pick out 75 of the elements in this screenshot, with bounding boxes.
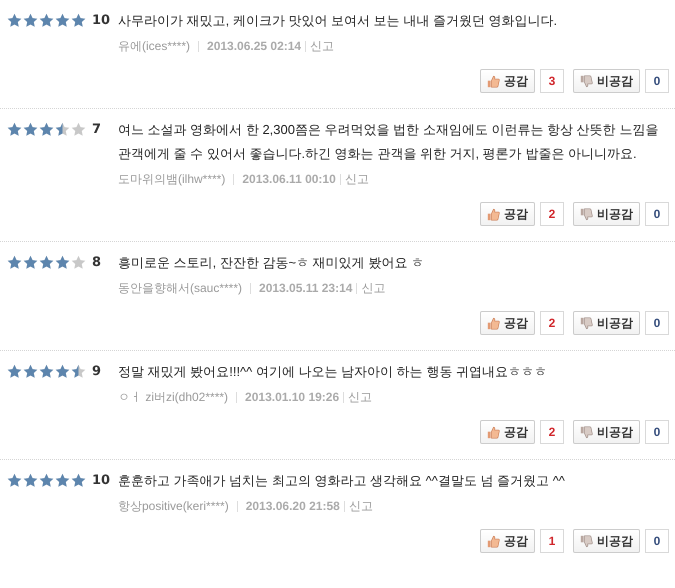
star-icon xyxy=(23,255,38,270)
author-name: 항상positive(keri****) xyxy=(118,498,229,515)
dislike-count: 0 xyxy=(645,420,669,444)
rating-score: 9 xyxy=(92,364,102,380)
like-button[interactable]: 공감 xyxy=(480,420,535,444)
thumbs-down-icon xyxy=(580,316,593,330)
star-icon xyxy=(39,364,54,379)
star-icon xyxy=(55,122,70,137)
thumbs-up-icon xyxy=(487,316,500,330)
star-icon xyxy=(71,364,86,379)
dislike-button[interactable]: 비공감 xyxy=(573,420,640,444)
thumbs-down-icon xyxy=(580,534,593,548)
like-count: 2 xyxy=(540,311,564,335)
like-button[interactable]: 공감 xyxy=(480,69,535,93)
author-name: 동안을향해서(sauc****) xyxy=(118,280,242,297)
author-name: 도마위의뱀(ilhw****) xyxy=(118,171,226,188)
dislike-button[interactable]: 비공감 xyxy=(573,69,640,93)
star-icon xyxy=(39,122,54,137)
star-icon xyxy=(7,13,22,28)
thumbs-up-icon xyxy=(487,426,500,438)
dislike-count: 0 xyxy=(645,69,669,93)
like-count: 2 xyxy=(540,420,564,444)
like-count: 3 xyxy=(540,69,564,93)
star-icon xyxy=(7,122,22,137)
star-icon xyxy=(55,13,70,28)
star-icon xyxy=(55,473,70,488)
review-date: 2013.06.20 21:58 xyxy=(246,498,340,515)
dislike-button[interactable]: 비공감 xyxy=(573,529,640,553)
star-icon xyxy=(55,255,70,270)
author-name: 유에(ices****) xyxy=(118,38,190,55)
dislike-count: 0 xyxy=(645,529,669,553)
review-date: 2013.06.25 02:14 xyxy=(207,38,302,55)
star-icon xyxy=(7,473,22,488)
review-text: 정말 재밌게 봤어요!!!^^ 여기에 나오는 남자아이 하는 행동 귀엽내요ㅎㅎㅎ xyxy=(118,363,548,381)
dislike-count: 0 xyxy=(645,202,669,226)
star-icon xyxy=(71,473,86,488)
review-date: 2013.01.10 19:26 xyxy=(245,389,340,406)
thumbs-down-icon xyxy=(580,208,593,220)
review-text: 여느 소설과 영화에서 한 2,300쯤은 우려먹었을 법한 소재임에도 이런류는 항상 산뜻한 느낌을 관객에게 줄 수 있어서 좋습니다.하긴 영화는 관객을 위한 거지, 평론가 밥줄은 아니니까요. xyxy=(118,121,660,163)
rating-score: 10 xyxy=(92,473,110,489)
star-icon xyxy=(39,13,54,28)
dislike-count: 0 xyxy=(645,311,669,335)
thumbs-down-icon xyxy=(580,74,593,88)
thumbs-up-icon xyxy=(487,534,500,548)
dislike-button[interactable]: 비공감 xyxy=(573,202,640,226)
thumbs-down-icon xyxy=(580,426,593,438)
star-icon xyxy=(71,13,86,28)
star-icon xyxy=(7,364,22,379)
star-icon xyxy=(39,473,54,488)
rating-score: 10 xyxy=(92,13,110,29)
star-icon xyxy=(7,255,22,270)
dislike-button[interactable]: 비공감 xyxy=(573,311,640,335)
like-button[interactable]: 공감 xyxy=(480,529,535,553)
star-icon xyxy=(71,122,86,137)
star-icon xyxy=(23,13,38,28)
author-name: ㅇㅓ zi버zi(dh02****) xyxy=(118,389,228,406)
like-count: 2 xyxy=(540,202,564,226)
review-date: 2013.06.11 00:10 xyxy=(242,171,336,188)
thumbs-up-icon xyxy=(487,208,500,220)
like-button[interactable]: 공감 xyxy=(480,202,535,226)
rating-score: 7 xyxy=(92,122,102,138)
review-text: 훈훈하고 가족애가 넘치는 최고의 영화라고 생각해요 ^^결말도 넘 즐거웠고 ^^ xyxy=(118,472,566,490)
star-icon xyxy=(55,364,70,379)
star-icon xyxy=(39,255,54,270)
review-text: 흥미로운 스토리, 잔잔한 감동~ㅎ 재미있게 봤어요 ㅎ xyxy=(118,254,425,272)
star-icon xyxy=(71,255,86,270)
like-count: 1 xyxy=(540,529,564,553)
thumbs-up-icon xyxy=(487,74,500,88)
star-icon xyxy=(23,473,38,488)
star-icon xyxy=(23,122,38,137)
review-date: 2013.05.11 23:14 xyxy=(259,280,352,297)
star-icon xyxy=(23,364,38,379)
like-button[interactable]: 공감 xyxy=(480,311,535,335)
rating-score: 8 xyxy=(92,255,102,271)
review-text: 사무라이가 재밌고, 케이크가 맛있어 보여서 보는 내내 즐거웠던 영화입니다. xyxy=(118,12,558,30)
